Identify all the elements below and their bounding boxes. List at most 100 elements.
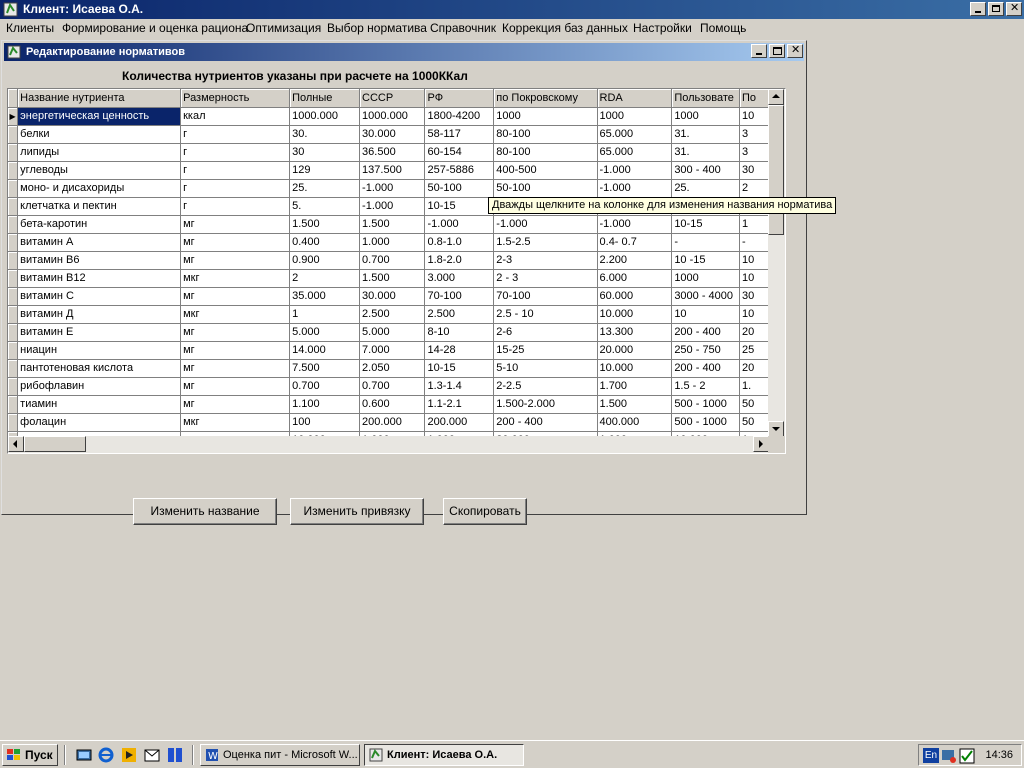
column-header[interactable]: RDA (597, 89, 673, 108)
table-cell[interactable]: -1.000 (359, 179, 426, 198)
scroll-left-button[interactable] (8, 436, 24, 452)
table-cell[interactable]: 500 - 1000 (671, 413, 740, 432)
table-cell[interactable]: витамин С (17, 287, 182, 306)
table-cell[interactable]: 25. (671, 179, 740, 198)
table-cell[interactable]: 60.000 (597, 287, 673, 306)
start-button[interactable]: Пуск (2, 744, 58, 766)
table-cell[interactable]: рибофлавин (17, 377, 182, 396)
table-cell[interactable]: 13.300 (597, 323, 673, 342)
row-indicator[interactable] (8, 179, 19, 198)
row-indicator[interactable] (8, 395, 19, 414)
close-button[interactable]: ✕ (1006, 2, 1022, 16)
table-cell[interactable]: 58-117 (424, 125, 495, 144)
scroll-right-button[interactable] (753, 436, 769, 452)
table-cell[interactable]: мг (180, 359, 291, 378)
menu-reference[interactable]: Справочник (430, 21, 496, 35)
vertical-scrollbar[interactable] (768, 89, 785, 437)
table-row[interactable]: витамин В6 мг 0.900 0.700 1.8-2.0 2-3 2.200 10 … (8, 251, 769, 270)
table-cell[interactable]: г (180, 125, 291, 144)
table-cell[interactable]: - (671, 233, 740, 252)
media-player-icon[interactable] (121, 747, 137, 763)
table-cell[interactable]: мкг (180, 305, 291, 324)
table-cell[interactable]: - (739, 233, 769, 252)
vertical-scroll-thumb[interactable] (768, 105, 784, 235)
table-cell[interactable]: 1.8-2.0 (424, 251, 495, 270)
row-indicator[interactable] (8, 251, 19, 270)
child-minimize-button[interactable] (751, 44, 767, 58)
table-cell[interactable]: 10-15 (424, 197, 495, 216)
table-cell[interactable]: 10 (739, 269, 769, 288)
table-cell[interactable]: 3.000 (424, 269, 495, 288)
table-cell[interactable]: 20.000 (597, 341, 673, 360)
table-cell[interactable]: 8-10 (424, 323, 495, 342)
table-cell[interactable]: 1.000 (359, 233, 426, 252)
column-header[interactable]: Размерность (180, 89, 291, 108)
table-cell[interactable]: мг (180, 341, 291, 360)
table-cell[interactable]: 2.050 (359, 359, 426, 378)
table-cell[interactable]: 0.700 (359, 377, 426, 396)
table-cell[interactable]: витамин В12 (17, 269, 182, 288)
table-cell[interactable]: -1.000 (597, 179, 673, 198)
table-cell[interactable]: 80-100 (493, 125, 598, 144)
table-cell[interactable]: 60-154 (424, 143, 495, 162)
table-cell[interactable]: 30 (289, 143, 361, 162)
rebind-button[interactable]: Изменить привязку (290, 498, 424, 525)
column-header[interactable]: Полные (289, 89, 361, 108)
table-cell[interactable]: 1.700 (597, 377, 673, 396)
tray-check-icon[interactable] (959, 748, 975, 764)
table-cell[interactable]: 2.500 (424, 305, 495, 324)
row-indicator[interactable] (8, 161, 19, 180)
table-cell[interactable]: мг (180, 251, 291, 270)
table-cell[interactable]: 200 - 400 (671, 359, 740, 378)
table-cell[interactable]: 1000 (493, 107, 598, 126)
table-cell[interactable]: 0.900 (289, 251, 361, 270)
table-cell[interactable]: 2 - 3 (493, 269, 598, 288)
table-cell[interactable]: 10 (739, 107, 769, 126)
norms-grid[interactable]: Название нутриента Размерность Полные СССР Р… (7, 88, 786, 454)
show-desktop-icon[interactable] (76, 747, 92, 763)
table-cell[interactable]: 70-100 (424, 287, 495, 306)
copy-button[interactable]: Скопировать (443, 498, 527, 525)
table-cell[interactable]: 1.500 (289, 215, 361, 234)
table-row[interactable]: моно- и дисахориды г 25. -1.000 50-100 50-100… (8, 179, 769, 198)
table-cell[interactable]: 65.000 (597, 125, 673, 144)
table-cell[interactable]: 1.500 (359, 269, 426, 288)
table-cell[interactable]: 1000 (671, 269, 740, 288)
table-cell[interactable]: 6.000 (597, 269, 673, 288)
table-cell[interactable]: 3 (739, 125, 769, 144)
table-cell[interactable]: 50 (739, 395, 769, 414)
table-cell[interactable]: -1.000 (359, 197, 426, 216)
horizontal-scrollbar[interactable] (8, 436, 769, 453)
table-cell[interactable]: 1. (739, 377, 769, 396)
task-client[interactable]: Клиент: Исаева О.А. (364, 744, 524, 766)
maximize-button[interactable] (988, 2, 1004, 16)
table-cell[interactable]: 10 (739, 305, 769, 324)
table-cell[interactable]: 1.500-2.000 (493, 395, 598, 414)
table-cell[interactable]: 15-25 (493, 341, 598, 360)
table-row[interactable]: тиамин мг 1.100 0.600 1.1-2.1 1.500-2.000 1.50… (8, 395, 769, 414)
table-cell[interactable]: 1.100 (289, 395, 361, 414)
table-cell[interactable]: -1.000 (493, 215, 598, 234)
table-cell[interactable]: 14.000 (289, 341, 361, 360)
table-cell[interactable]: г (180, 143, 291, 162)
table-cell[interactable]: 500 - 1000 (671, 395, 740, 414)
row-indicator[interactable] (8, 233, 19, 252)
table-cell[interactable]: 2-3 (493, 251, 598, 270)
table-cell[interactable]: 50 (739, 413, 769, 432)
table-cell[interactable]: 1.5 - 2 (671, 377, 740, 396)
table-cell[interactable]: 65.000 (597, 143, 673, 162)
table-cell[interactable]: -1.000 (597, 161, 673, 180)
table-cell[interactable]: 1000.000 (359, 107, 426, 126)
table-cell[interactable]: 200 - 400 (493, 413, 598, 432)
table-cell[interactable]: 1.3-1.4 (424, 377, 495, 396)
table-cell[interactable]: 10-15 (424, 359, 495, 378)
table-cell[interactable]: 2.500 (359, 305, 426, 324)
table-row[interactable]: белки г 30. 30.000 58-117 80-100 65.000 31. 3 (8, 125, 769, 144)
table-cell[interactable]: 30 (739, 287, 769, 306)
table-cell[interactable]: углеводы (17, 161, 182, 180)
table-cell[interactable]: 30. (289, 125, 361, 144)
menu-clients[interactable]: Клиенты (6, 21, 54, 35)
table-cell[interactable]: фолацин (17, 413, 182, 432)
row-indicator[interactable]: ▶ (8, 107, 19, 126)
table-cell[interactable]: 200.000 (359, 413, 426, 432)
